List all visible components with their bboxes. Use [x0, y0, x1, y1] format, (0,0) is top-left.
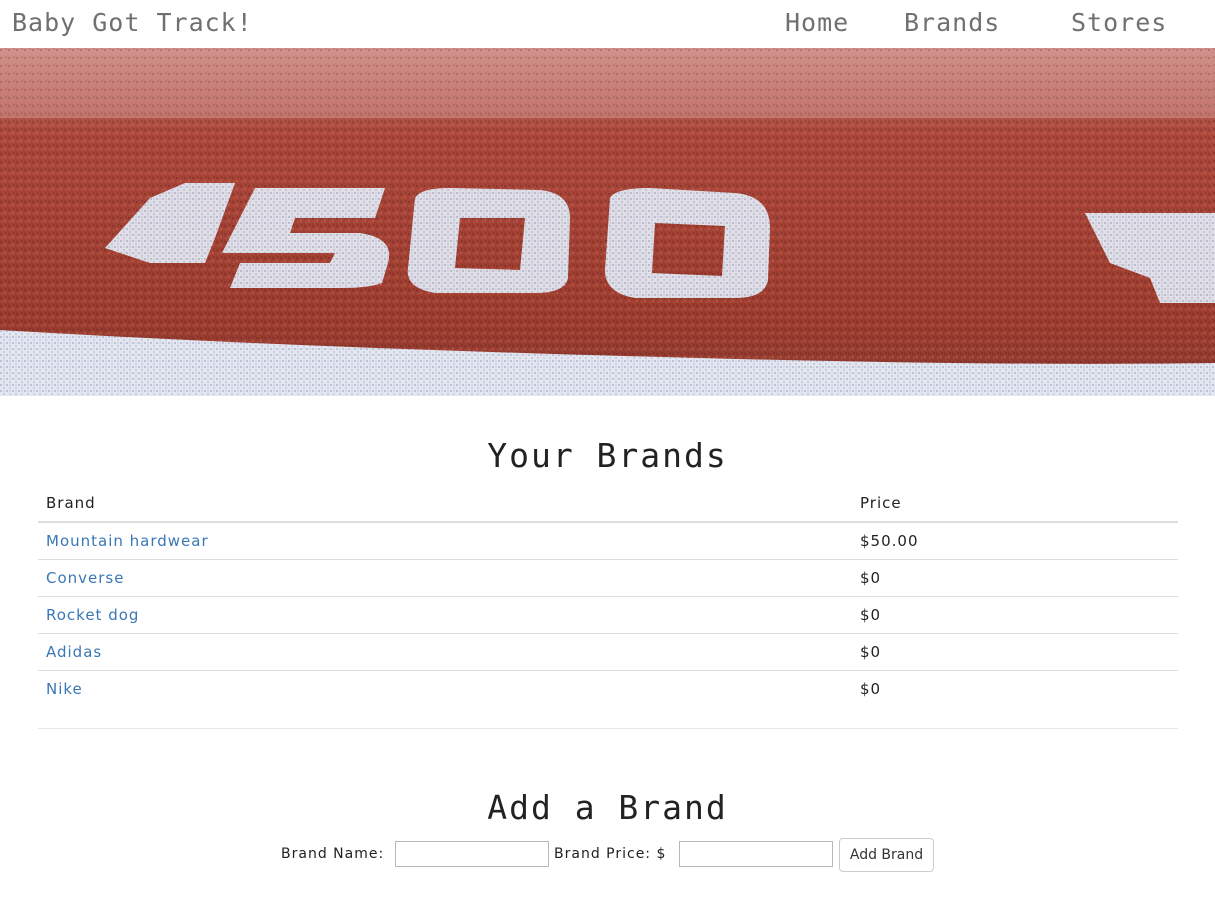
brand-link[interactable]: Rocket dog	[46, 606, 139, 624]
nav-stores-link[interactable]: Stores	[1071, 8, 1167, 37]
brand-link[interactable]: Mountain hardwear	[46, 532, 209, 550]
brand-price: $50.00	[852, 522, 1178, 560]
brand-link[interactable]: Converse	[46, 569, 124, 587]
divider	[38, 728, 1178, 729]
column-header-price: Price	[852, 485, 1178, 523]
hero-track-image	[0, 48, 1215, 396]
table-row: Mountain hardwear $50.00	[38, 522, 1178, 560]
add-brand-form: Brand Name: Brand Price: $ Add Brand	[0, 838, 1215, 872]
brand-price: $0	[860, 680, 882, 698]
brand-name-input[interactable]	[395, 841, 549, 867]
nav-home-link[interactable]: Home	[785, 8, 849, 37]
brand-price: $0	[852, 633, 1178, 671]
brand-price-label: Brand Price: $	[554, 846, 667, 862]
add-brand-heading: Add a Brand	[487, 788, 728, 827]
table-header-row: Brand Price	[38, 485, 1178, 523]
table-row: Adidas $0	[38, 633, 1178, 671]
brand-link[interactable]: Adidas	[46, 643, 102, 661]
table-row: Rocket dog $0	[38, 596, 1178, 634]
site-title-link[interactable]: Baby Got Track!	[12, 8, 253, 37]
column-header-brand: Brand	[38, 485, 852, 523]
navbar: Baby Got Track! Home Brands Stores	[0, 0, 1215, 48]
brand-price: $0	[852, 596, 1178, 634]
track-illustration	[0, 48, 1215, 396]
table-row: Converse $0	[38, 559, 1178, 597]
brand-name-label: Brand Name:	[281, 846, 385, 862]
nav-brands-link[interactable]: Brands	[904, 8, 1000, 37]
brand-price: $0	[852, 559, 1178, 597]
brand-price-input[interactable]	[679, 841, 833, 867]
brand-link[interactable]: Nike	[46, 680, 83, 698]
table-row: Nike $0	[38, 671, 1178, 708]
brands-heading: Your Brands	[487, 436, 728, 475]
add-brand-button[interactable]: Add Brand	[839, 838, 934, 872]
brands-table: Brand Price Mountain hardwear $50.00 Con…	[38, 485, 1178, 707]
